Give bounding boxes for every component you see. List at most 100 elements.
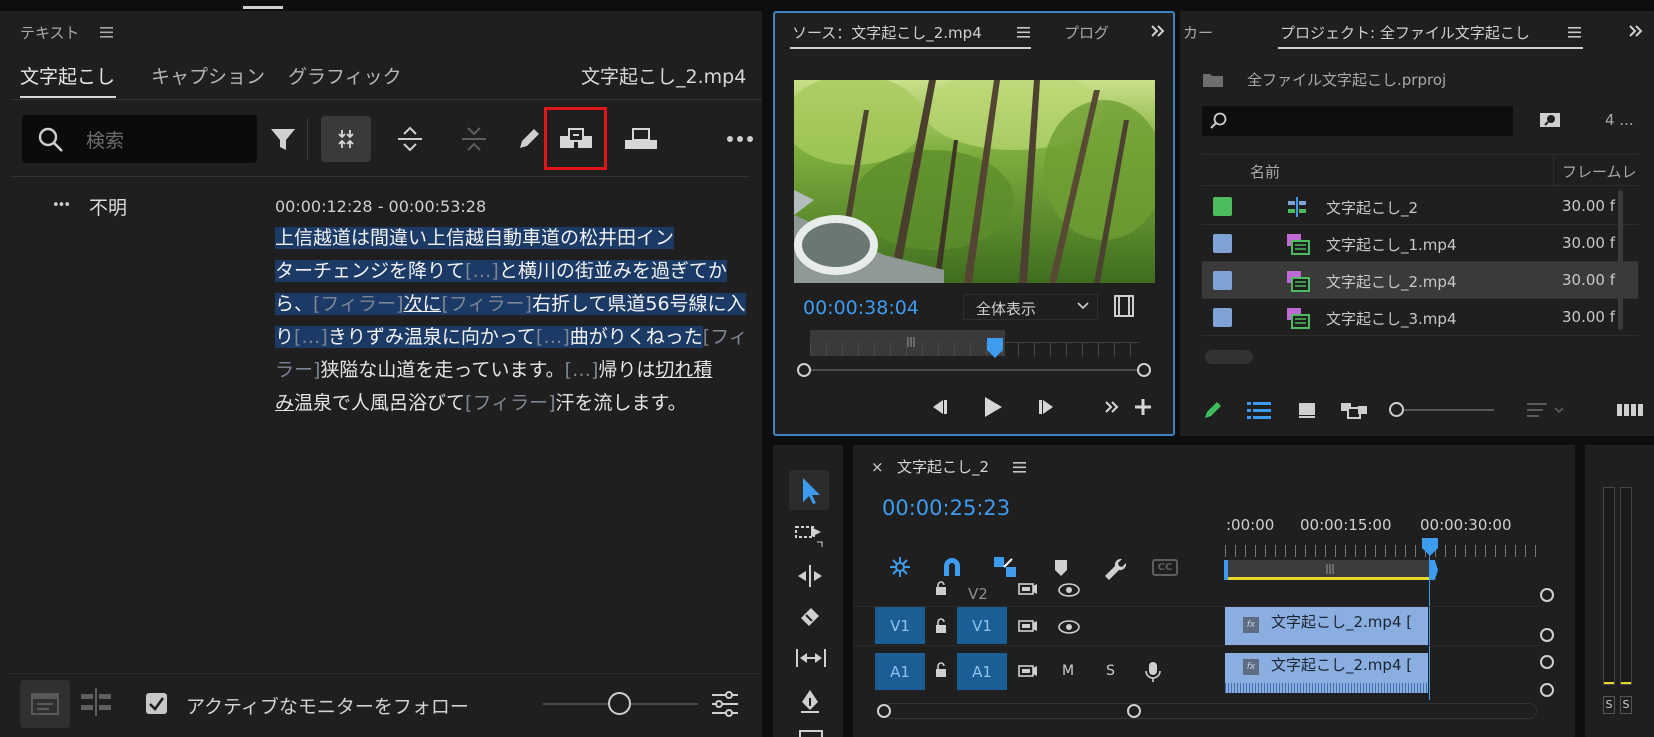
a1-height-handle-2[interactable] xyxy=(1540,683,1554,697)
step-back-icon[interactable] xyxy=(928,398,948,416)
timeline-playhead[interactable] xyxy=(1422,538,1438,556)
transcript-line[interactable]: り[…]きりずみ温泉に向かって[…]曲がりくねった[フィ xyxy=(275,321,748,354)
transcript-word-run[interactable]: み xyxy=(275,392,294,414)
transcript-placeholder-tag[interactable]: [フィラー] xyxy=(441,293,532,315)
in-point-marker[interactable] xyxy=(1224,560,1228,580)
track-a1-sync-icon[interactable] xyxy=(1018,664,1038,678)
track-a1-target[interactable]: A1 xyxy=(957,653,1007,690)
meter-solo-right[interactable]: S xyxy=(1620,696,1632,714)
sequence-menu-icon[interactable] xyxy=(1013,462,1026,473)
track-select-tool-icon[interactable] xyxy=(795,522,825,548)
track-v1-source-patch[interactable]: V1 xyxy=(875,607,925,644)
transcript-line[interactable]: み温泉で人風呂浴びて[フィラー]汗を流します。 xyxy=(275,387,687,420)
track-v1-eye-icon[interactable] xyxy=(1058,620,1080,634)
icon-size-slider-track[interactable] xyxy=(1404,409,1494,411)
collapse-segments-icon[interactable] xyxy=(449,116,499,162)
time-ruler[interactable] xyxy=(1225,545,1540,557)
transcript-word-run[interactable]: 切れ積 xyxy=(655,359,712,381)
track-v1-sync-icon[interactable] xyxy=(1018,619,1038,633)
captions-view-icon[interactable] xyxy=(78,686,114,718)
track-a1-mute-button[interactable]: M xyxy=(1062,663,1074,679)
a1-height-handle[interactable] xyxy=(1540,655,1554,669)
col-name-header[interactable]: 名前 xyxy=(1250,161,1280,182)
track-v2-sync-icon[interactable] xyxy=(1018,582,1038,596)
icon-view-icon[interactable] xyxy=(1297,400,1317,420)
track-v1-target[interactable]: V1 xyxy=(957,607,1007,644)
scroll-handle-right[interactable] xyxy=(1137,363,1151,377)
overflow-controls-icon[interactable] xyxy=(1104,400,1120,414)
slip-tool-icon[interactable] xyxy=(795,645,827,671)
transcript-line[interactable]: 上信越道は間違い上信越自動車道の松井田イン xyxy=(275,222,675,255)
project-menu-icon[interactable] xyxy=(1568,27,1581,38)
sequence-timecode[interactable]: 00:00:25:23 xyxy=(882,496,1010,520)
transcript-word-run[interactable]: 狭隘な山道を走っています。 xyxy=(320,359,564,381)
video-clip[interactable]: fx 文字起こし_2.mp4 [ xyxy=(1225,607,1428,645)
close-sequence-icon[interactable]: × xyxy=(871,458,884,476)
track-a1-solo-button[interactable]: S xyxy=(1106,663,1115,679)
transcript-word-run[interactable]: 曲がりくねった xyxy=(569,326,703,348)
v1-height-handle[interactable] xyxy=(1540,628,1554,642)
freeform-view-icon[interactable] xyxy=(1340,400,1368,420)
speaker-label[interactable]: 不明 xyxy=(89,193,127,220)
transcript-line[interactable]: ターチェンジを降りて[…]と横川の街並みを過ぎてか xyxy=(275,255,727,288)
tab-transcript[interactable]: 文字起こし xyxy=(20,62,115,89)
automate-to-sequence-icon[interactable] xyxy=(1617,401,1643,419)
settings-icon[interactable] xyxy=(1114,295,1134,317)
transcript-placeholder-tag[interactable]: [フィ xyxy=(703,326,748,348)
step-forward-icon[interactable] xyxy=(1038,398,1058,416)
folder-up-icon[interactable] xyxy=(1202,70,1224,88)
label-color-swatch[interactable] xyxy=(1213,234,1232,253)
tab-project[interactable]: プロジェクト: 全ファイル文字起こし xyxy=(1280,22,1530,43)
label-color-swatch[interactable] xyxy=(1213,271,1232,290)
add-button-icon[interactable] xyxy=(1134,398,1152,416)
transcript-word-run[interactable]: 上信越道は間違い上信越自動車道の松井田イン xyxy=(275,227,675,249)
transcript-word-run[interactable]: 汗を流します。 xyxy=(555,392,686,414)
razor-tool-icon[interactable] xyxy=(797,604,825,630)
timeline-hscroll-left-handle[interactable] xyxy=(877,704,891,718)
follow-monitor-checkbox[interactable] xyxy=(146,693,167,714)
transcript-placeholder-tag[interactable]: [フィラー] xyxy=(465,392,555,414)
project-item-row[interactable]: 文字起こし_3.mp4 30.00 f xyxy=(1202,299,1638,336)
transcript-word-run[interactable]: 帰りは xyxy=(598,359,655,381)
track-v1-lock-icon[interactable] xyxy=(934,618,948,634)
tab-graphics[interactable]: グラフィック xyxy=(288,62,402,89)
transcript-line[interactable]: ラー]狭隘な山道を走っています。[…]帰りは切れ積 xyxy=(275,354,712,387)
add-marker-icon[interactable] xyxy=(1053,558,1069,578)
find-icon[interactable] xyxy=(1539,110,1561,128)
merge-segments-icon[interactable] xyxy=(321,116,371,162)
timeline-hscroll-track[interactable] xyxy=(883,703,1537,719)
expand-segments-icon[interactable] xyxy=(385,116,435,162)
hamburger-menu-icon[interactable] xyxy=(100,27,113,38)
scroll-handle-left[interactable] xyxy=(797,363,811,377)
list-view-icon[interactable] xyxy=(1247,400,1271,420)
transcript-placeholder-tag[interactable]: […] xyxy=(465,260,499,282)
track-v2-lock-icon[interactable] xyxy=(934,581,948,595)
project-item-row[interactable]: 文字起こし_2.mp4 30.00 f xyxy=(1202,262,1638,299)
transcript-placeholder-tag[interactable]: […] xyxy=(294,326,328,348)
zoom-slider-handle[interactable] xyxy=(608,692,631,715)
project-vscroll[interactable] xyxy=(1618,190,1623,330)
panel-overflow-icon[interactable] xyxy=(1150,24,1166,38)
transcript-placeholder-tag[interactable]: ラー] xyxy=(275,359,320,381)
transcript-word-run[interactable]: きりずみ温泉に向かって xyxy=(327,326,536,348)
source-playhead[interactable] xyxy=(986,338,1003,358)
transcript-view-icon[interactable] xyxy=(20,680,70,728)
project-overflow-icon[interactable] xyxy=(1628,24,1644,38)
play-icon[interactable] xyxy=(983,396,1003,418)
transcript-word-run[interactable]: と横川の街並みを過ぎてか xyxy=(498,260,727,282)
microphone-icon[interactable] xyxy=(1145,661,1161,683)
settings-sliders-icon[interactable] xyxy=(710,690,740,718)
track-v2-eye-icon[interactable] xyxy=(1058,583,1080,597)
project-search-input[interactable] xyxy=(1202,106,1513,136)
snap-icon[interactable] xyxy=(940,556,964,578)
captions-cc-icon[interactable]: CC xyxy=(1152,559,1178,576)
transcript-line[interactable]: ら、[フィラー]次に[フィラー]右折して県道56号線に入 xyxy=(275,288,746,321)
transcript-word-run[interactable]: ら、 xyxy=(275,293,314,315)
v2-height-handle[interactable] xyxy=(1540,588,1554,602)
nest-sequence-icon[interactable] xyxy=(888,555,912,579)
source-timecode[interactable]: 00:00:38:04 xyxy=(803,297,919,319)
tab-source-monitor[interactable]: ソース：文字起こし_2.mp4 xyxy=(792,22,982,43)
project-item-row[interactable]: 文字起こし_1.mp4 30.00 f xyxy=(1202,225,1638,262)
filter-icon[interactable] xyxy=(266,118,300,160)
source-menu-icon[interactable] xyxy=(1017,27,1030,38)
